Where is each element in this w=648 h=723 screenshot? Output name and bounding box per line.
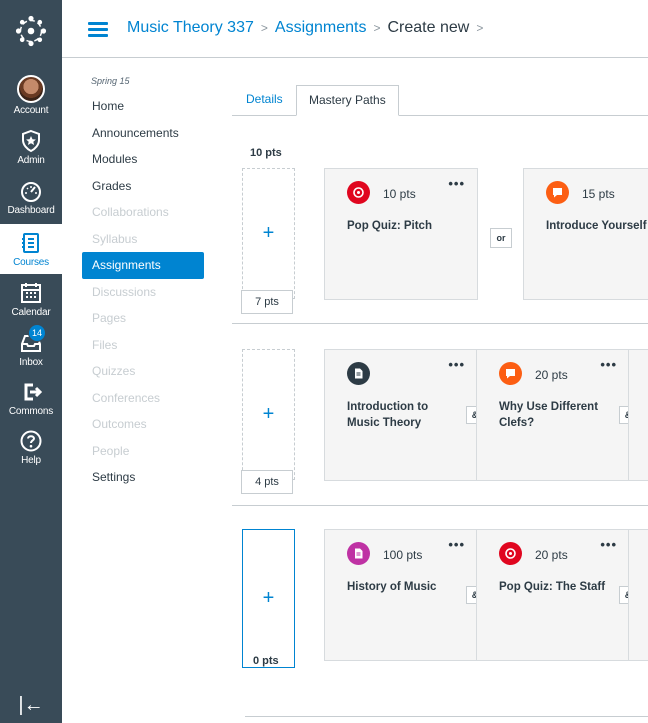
collapse-nav-icon[interactable]: |← [0,690,62,720]
quiz-icon [499,542,522,565]
add-assignment-button[interactable]: + [242,529,295,668]
tab-details[interactable]: Details [234,85,295,116]
course-nav-announcements[interactable]: Announcements [82,120,204,147]
assignment-card[interactable]: 15 pts Introduce Yourself [523,168,648,300]
inbox-unread-badge: 14 [28,324,46,342]
row-divider [245,716,648,717]
tab-mastery-paths[interactable]: Mastery Paths [296,85,399,116]
course-nav-home[interactable]: Home [82,93,204,120]
breadcrumb-course-link[interactable]: Music Theory 337 [127,19,254,37]
term-label: Spring 15 [91,76,130,86]
calendar-icon [21,282,41,303]
quiz-icon [347,181,370,204]
global-nav-label: Help [21,454,41,466]
card-title-line-2: Music Theory [347,417,422,429]
global-nav-dashboard[interactable]: Dashboard [0,172,62,222]
card-title: Pop Quiz: Pitch [347,220,432,232]
card-title: Introduce Yourself [546,220,647,232]
assignment-card[interactable]: ••• Introduction to Music Theory [324,349,478,481]
card-title: History of Music [347,581,437,593]
hamburger-menu-icon[interactable] [88,22,108,37]
global-nav-admin[interactable]: Admin [0,122,62,172]
card-menu-icon[interactable]: ••• [600,358,617,371]
page-header: Music Theory 337 > Assignments > Create … [62,0,648,58]
card-menu-icon[interactable]: ••• [448,177,465,190]
assignment-card[interactable]: 20 pts ••• Pop Quiz: The Staff [476,529,630,661]
global-nav-label: Commons [8,405,54,417]
course-nav-assignments[interactable]: Assignments [82,252,204,279]
assignment-card[interactable]: 20 pts ••• Why Use Different Clefs? [476,349,630,481]
global-nav-label: Calendar [11,306,51,318]
breadcrumb-current: Create new [387,19,470,36]
range-lower-score-input[interactable]: 7 pts [241,290,293,314]
global-nav-help[interactable]: Help [0,422,62,472]
breadcrumb-separator-icon: > [476,21,484,35]
card-menu-icon[interactable]: ••• [448,358,465,371]
help-icon [20,430,42,451]
global-nav-inbox[interactable]: 14 Inbox [0,324,62,374]
global-nav-label: Courses [13,256,49,268]
global-nav-calendar[interactable]: Calendar [0,274,62,324]
global-nav-label: Inbox [19,356,43,368]
course-nav-quizzes[interactable]: Quizzes [82,358,204,385]
course-nav-pages[interactable]: Pages [82,305,204,332]
card-menu-icon[interactable]: ••• [448,538,465,551]
add-assignment-button[interactable]: + [242,349,295,480]
course-nav-files[interactable]: Files [82,332,204,359]
courses-icon [22,232,39,253]
global-nav-label: Dashboard [7,204,55,216]
card-points: 10 pts [383,187,416,201]
assignment-card[interactable]: 100 pts ••• History of Music [324,529,478,661]
course-nav-collaborations[interactable]: Collaborations [82,199,204,226]
global-navigation: Account Admin Dashboard Courses Calendar… [0,0,62,723]
card-points: 20 pts [535,368,568,382]
card-title-line-1: Why Use Different [499,401,599,413]
card-points: 100 pts [383,548,423,562]
card-title-line-1: Introduction to [347,401,429,413]
course-nav-conferences[interactable]: Conferences [82,385,204,412]
global-nav-commons[interactable]: Commons [0,373,62,423]
commons-icon [24,383,43,400]
course-navigation: Spring 15 Home Announcements Modules Gra… [82,60,204,491]
global-nav-label: Admin [17,154,45,166]
course-nav-people[interactable]: People [82,438,204,465]
assignment-card-partial[interactable] [628,529,648,661]
card-points: 20 pts [535,548,568,562]
row-divider [232,323,648,324]
dashboard-icon [21,181,41,202]
course-nav-modules[interactable]: Modules [82,146,204,173]
assignment-card-partial[interactable] [628,349,648,481]
range-lower-score-input[interactable]: 4 pts [241,470,293,494]
global-nav-account[interactable]: Account [0,70,62,120]
range-upper-score: 10 pts [250,147,282,159]
course-nav-outcomes[interactable]: Outcomes [82,411,204,438]
breadcrumb-separator-icon: > [260,21,268,35]
shield-icon [22,129,40,152]
breadcrumb-assignments-link[interactable]: Assignments [275,19,367,37]
card-title: Pop Quiz: The Staff [499,581,606,593]
course-nav-syllabus[interactable]: Syllabus [82,226,204,253]
range-lower-score: 0 pts [253,655,279,667]
card-points: 15 pts [582,187,615,201]
canvas-logo-icon[interactable] [0,0,62,62]
discussion-icon [499,362,522,385]
avatar [17,74,45,103]
breadcrumb-separator-icon: > [373,21,381,35]
or-connector-button[interactable]: or [490,228,512,248]
breadcrumb: Music Theory 337 > Assignments > Create … [127,19,490,37]
add-assignment-button[interactable]: + [242,168,295,299]
assignment-card[interactable]: 10 pts ••• Pop Quiz: Pitch [324,168,478,300]
course-nav-settings[interactable]: Settings [82,464,204,491]
assignment-tabs: Details Mastery Paths [232,85,648,116]
assignment-icon [347,542,370,565]
course-nav-grades[interactable]: Grades [82,173,204,200]
discussion-icon [546,181,569,204]
page-icon [347,362,370,385]
global-nav-courses[interactable]: Courses [0,224,62,274]
card-menu-icon[interactable]: ••• [600,538,617,551]
card-title-line-2: Clefs? [499,417,535,429]
global-nav-label: Account [13,104,49,116]
course-nav-discussions[interactable]: Discussions [82,279,204,306]
row-divider [232,505,648,506]
